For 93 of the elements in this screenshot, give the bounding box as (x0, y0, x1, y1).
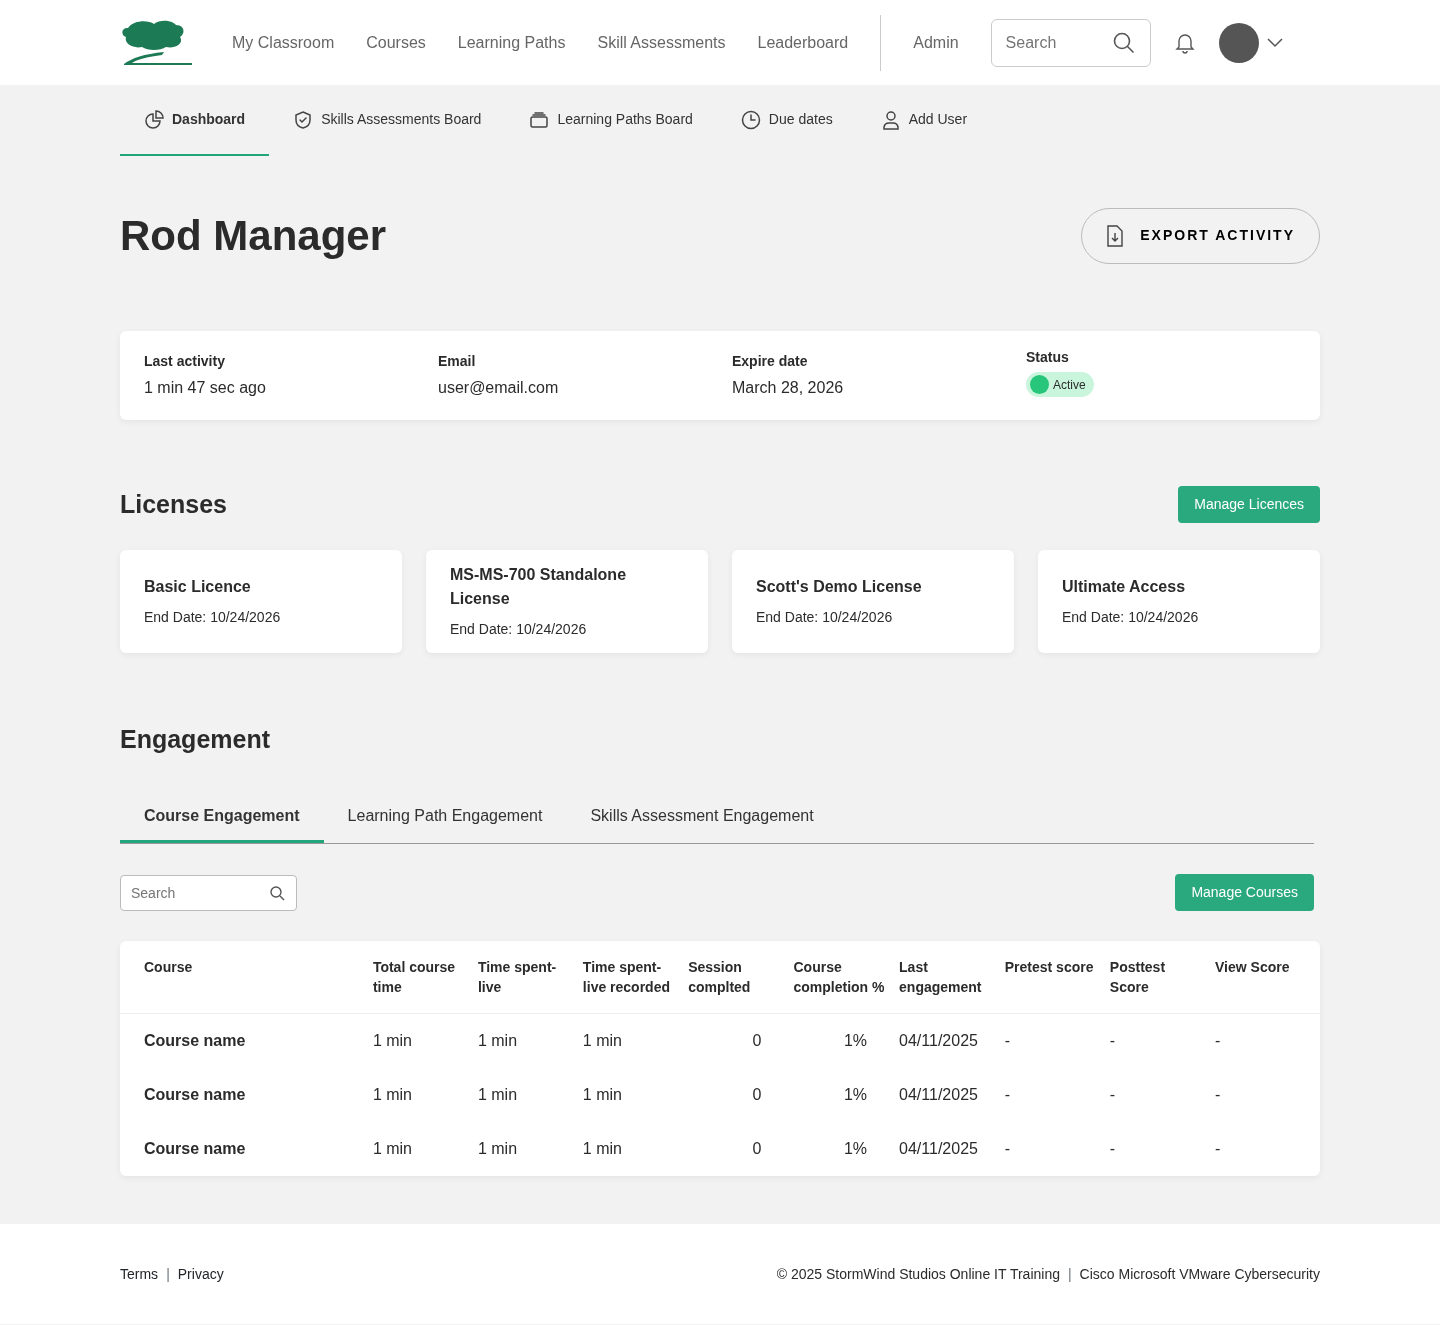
table-cell: 1 min (477, 1086, 518, 1103)
search-field[interactable]: Search (990, 18, 1151, 67)
license-name: MS-MS-700 Standalone License (450, 564, 628, 609)
column-header: Time spent-live recorded (582, 959, 670, 995)
clock-icon (740, 109, 761, 130)
nav-link[interactable]: Leaderboard (757, 30, 849, 55)
section-title: Licenses (120, 489, 227, 520)
column-header: Time spent-live (477, 959, 557, 995)
bell-icon[interactable] (1174, 31, 1195, 54)
table-cell: 0 (752, 1086, 762, 1103)
section-title: Engagement (120, 723, 272, 755)
table-cell: 04/11/2025 (899, 1140, 978, 1157)
separator: | (166, 1264, 170, 1284)
sub-nav-tab[interactable]: Skills Assessments Board (269, 85, 506, 156)
pie-chart-icon (144, 109, 164, 130)
nav-link[interactable]: Skill Assessments (597, 30, 726, 55)
license-end-date: End Date: 10/24/2026 (450, 619, 588, 639)
table-cell: - (1109, 1086, 1116, 1103)
search-icon (1112, 31, 1135, 54)
column-header: View Score (1215, 959, 1290, 975)
table-cell: 1 min (372, 1140, 412, 1157)
footer-link[interactable]: Privacy (177, 1263, 224, 1285)
course-name: Course name (144, 1086, 246, 1103)
chevron-down-icon[interactable] (1266, 37, 1283, 48)
license-name: Ultimate Access (1062, 576, 1187, 597)
tree-logo (120, 19, 192, 66)
page-title: Rod Manager (120, 211, 387, 261)
field-value: 1 min 47 sec ago (144, 378, 267, 398)
field-value: user@email.com (438, 378, 560, 398)
sub-nav-tab[interactable]: Due dates (716, 85, 857, 156)
engagement-tab[interactable]: Skills Assessment Engagement (566, 792, 838, 843)
field-label: Status (1026, 348, 1069, 367)
course-name: Course name (144, 1032, 246, 1049)
nav-link[interactable]: My Classroom (232, 30, 335, 55)
table-cell: 1 min (372, 1086, 412, 1103)
tagline-text: Cisco Microsoft VMware Cybersecurity (1079, 1264, 1320, 1284)
status-badge: Active (1026, 372, 1094, 397)
table-cell: 1% (843, 1086, 868, 1103)
column-header: Course (144, 959, 193, 975)
field-label: Last activity (144, 352, 226, 371)
admin-link[interactable]: Admin (913, 30, 959, 55)
table-cell: - (1215, 1032, 1221, 1049)
sub-nav-tab[interactable]: Dashboard (120, 85, 270, 156)
table-cell: 1 min (582, 1032, 622, 1049)
copyright-text: © 2025 StormWind Studios Online IT Training (776, 1264, 1060, 1284)
table-cell: - (1109, 1032, 1116, 1049)
footer-link[interactable]: Terms (120, 1263, 159, 1285)
column-header: Total course time (372, 959, 456, 995)
sub-nav-tab[interactable]: Learning Paths Board (505, 85, 717, 156)
field-label: Expire date (732, 352, 809, 371)
search-icon (270, 885, 285, 901)
table-cell: - (1004, 1032, 1011, 1049)
license-end-date: End Date: 10/24/2026 (1062, 607, 1200, 627)
license-name: Basic Licence (144, 576, 252, 597)
shield-check-icon (293, 109, 314, 130)
nav-link[interactable]: Courses (366, 30, 426, 55)
column-header: Pretest score (1004, 959, 1094, 975)
sub-nav-tab[interactable]: Add User (856, 85, 992, 156)
table-cell: 1% (843, 1140, 868, 1157)
stack-icon (529, 109, 550, 130)
search-field[interactable]: Search (120, 874, 297, 911)
table-cell: 0 (752, 1140, 762, 1157)
license-end-date: End Date: 10/24/2026 (144, 607, 282, 627)
separator: | (1067, 1264, 1072, 1284)
license-name: Scott's Demo License (756, 576, 923, 597)
table-cell: 04/11/2025 (899, 1032, 978, 1049)
table-cell: 0 (752, 1032, 762, 1049)
table-cell: 1 min (582, 1140, 622, 1157)
table-cell: - (1004, 1140, 1011, 1157)
table-cell: 1 min (582, 1086, 622, 1103)
table-cell: 1 min (372, 1032, 412, 1049)
avatar[interactable] (1218, 22, 1259, 63)
file-download-icon (1106, 224, 1125, 247)
user-icon (880, 109, 901, 130)
field-value: March 28, 2026 (732, 378, 845, 398)
table-cell: 1 min (477, 1032, 518, 1049)
nav-link[interactable]: Learning Paths (457, 30, 566, 55)
table-cell: - (1215, 1140, 1221, 1157)
table-cell: - (1004, 1086, 1011, 1103)
column-header: Last engagement (899, 959, 982, 995)
table-cell: - (1215, 1086, 1221, 1103)
engagement-tab[interactable]: Learning Path Engagement (323, 792, 567, 843)
course-name: Course name (144, 1140, 246, 1157)
table-cell: 04/11/2025 (899, 1086, 978, 1103)
license-end-date: End Date: 10/24/2026 (756, 607, 894, 627)
field-label: Email (438, 352, 477, 371)
column-header: Posttest Score (1109, 959, 1166, 995)
engagement-tab[interactable]: Course Engagement (120, 792, 324, 843)
column-header: Session complted (688, 959, 751, 995)
table-cell: 1 min (477, 1140, 518, 1157)
column-header: Course completion % (793, 959, 885, 995)
table-cell: 1% (843, 1032, 868, 1049)
table-cell: - (1109, 1140, 1116, 1157)
